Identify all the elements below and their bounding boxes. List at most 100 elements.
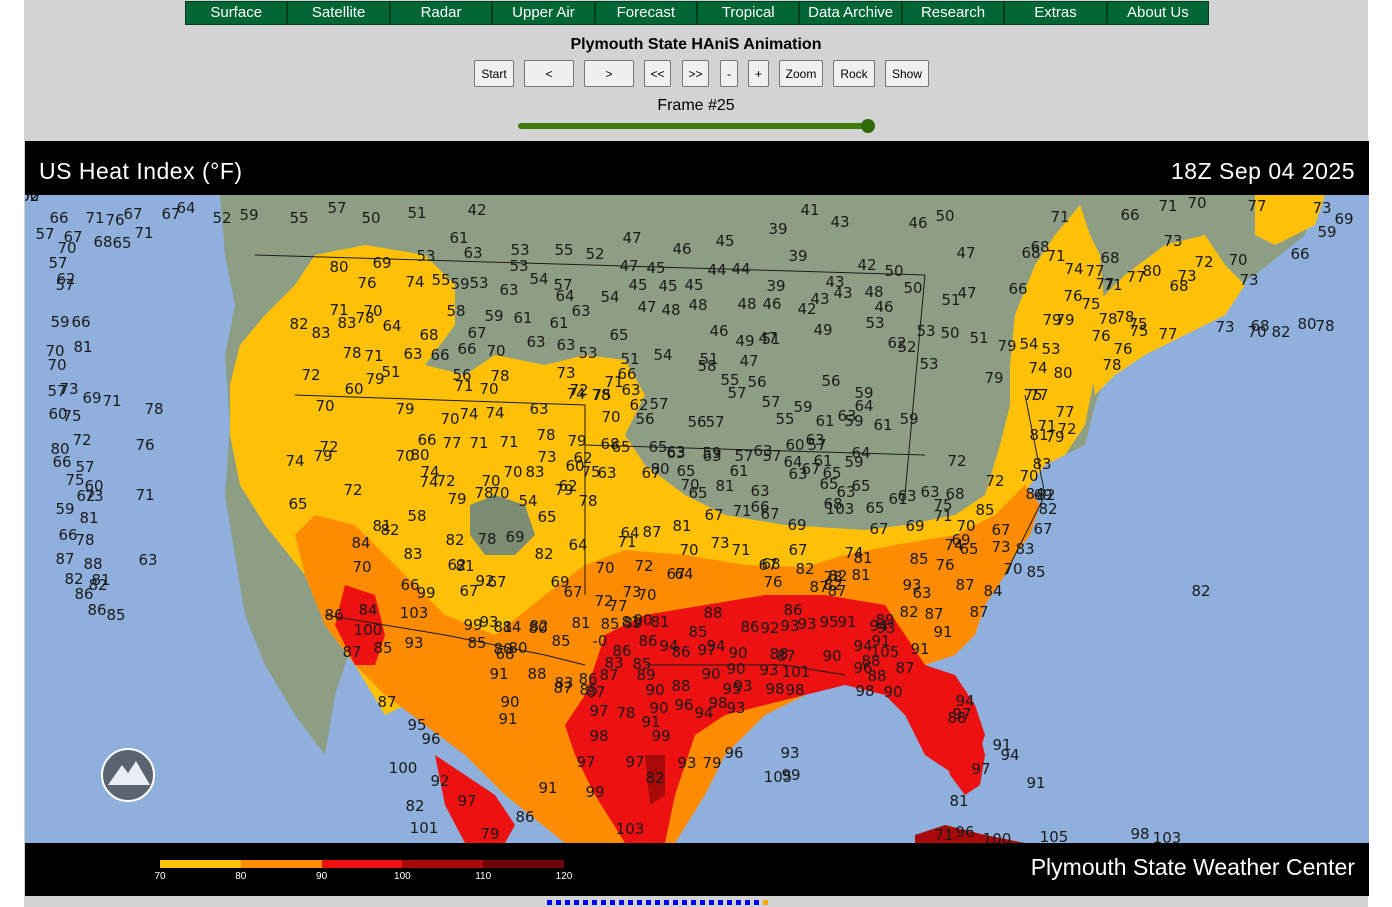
frame-dot[interactable] bbox=[763, 900, 768, 905]
heat-index-value: 92 bbox=[430, 772, 449, 790]
rock-button[interactable]: Rock bbox=[833, 60, 875, 87]
frame-dot[interactable] bbox=[601, 900, 606, 905]
heat-index-value: 66 bbox=[457, 340, 476, 358]
heat-index-value: 58 bbox=[446, 302, 465, 320]
heat-index-value: 63 bbox=[805, 431, 824, 449]
heat-index-value: 71 bbox=[1037, 417, 1056, 435]
nav-upper-air[interactable]: Upper Air bbox=[493, 2, 596, 24]
frame-dot[interactable] bbox=[547, 900, 552, 905]
frame-dot[interactable] bbox=[664, 900, 669, 905]
frame-dot[interactable] bbox=[556, 900, 561, 905]
heat-index-value: 59 bbox=[239, 206, 258, 224]
legend-tick-110: 110 bbox=[475, 871, 492, 882]
frame-dot[interactable] bbox=[691, 900, 696, 905]
heat-index-value: 76 bbox=[763, 573, 782, 591]
heat-index-map-panel: US Heat Index (°F) 18Z Sep 04 2025 66 71… bbox=[25, 141, 1369, 896]
frame-slider[interactable] bbox=[518, 119, 876, 133]
frame-dot[interactable] bbox=[745, 900, 750, 905]
step-back-button[interactable]: < bbox=[524, 60, 574, 87]
heat-index-value: 46 bbox=[672, 240, 691, 258]
heat-index-value: 65 bbox=[609, 326, 628, 344]
heat-index-value: 95 bbox=[819, 613, 838, 631]
frame-dot[interactable] bbox=[718, 900, 723, 905]
heat-index-value: 56 bbox=[687, 413, 706, 431]
frame-dot[interactable] bbox=[619, 900, 624, 905]
frame-indicator bbox=[547, 900, 768, 906]
zoom-in-button[interactable]: + bbox=[748, 60, 769, 87]
frame-dot[interactable] bbox=[727, 900, 732, 905]
frame-dot[interactable] bbox=[700, 900, 705, 905]
heat-index-value: 102 bbox=[25, 195, 39, 205]
heat-index-value: 47 bbox=[739, 352, 758, 370]
zoom-button[interactable]: Zoom bbox=[779, 60, 823, 87]
faster-button[interactable]: >> bbox=[682, 60, 709, 87]
page: Surface Satellite Radar Upper Air Foreca… bbox=[0, 0, 1392, 907]
step-forward-button[interactable]: > bbox=[584, 60, 634, 87]
heat-index-value: 81 bbox=[73, 338, 92, 356]
frame-dot[interactable] bbox=[754, 900, 759, 905]
frame-dot[interactable] bbox=[736, 900, 741, 905]
heat-index-value: 63 bbox=[499, 281, 518, 299]
legend-70-80 bbox=[160, 860, 241, 868]
frame-dot[interactable] bbox=[637, 900, 642, 905]
frame-dot[interactable] bbox=[592, 900, 597, 905]
heat-index-value: 53 bbox=[919, 355, 938, 373]
heat-index-value: 91 bbox=[1026, 774, 1045, 792]
heat-index-value: 53 bbox=[578, 344, 597, 362]
nav-forecast[interactable]: Forecast bbox=[596, 2, 699, 24]
heat-index-value: 61 bbox=[873, 416, 892, 434]
frame-dot[interactable] bbox=[655, 900, 660, 905]
heat-index-value: 44 bbox=[707, 261, 726, 279]
heat-index-value: 70 bbox=[47, 356, 66, 374]
nav-radar[interactable]: Radar bbox=[391, 2, 494, 24]
heat-index-value: 71 bbox=[134, 224, 153, 242]
heat-index-value: 72 bbox=[947, 452, 966, 470]
heat-index-value: 53 bbox=[1041, 340, 1060, 358]
heat-index-value: 70 bbox=[352, 558, 371, 576]
heat-index-value: 84 bbox=[983, 582, 1002, 600]
frame-dot[interactable] bbox=[565, 900, 570, 905]
legend-tick-70: 70 bbox=[154, 871, 166, 882]
nav-research[interactable]: Research bbox=[903, 2, 1006, 24]
heat-index-value: 60 bbox=[344, 380, 363, 398]
frame-dot[interactable] bbox=[646, 900, 651, 905]
heat-index-value: 39 bbox=[768, 220, 787, 238]
nav-surface[interactable]: Surface bbox=[186, 2, 289, 24]
heat-index-value: 56 bbox=[747, 373, 766, 391]
slower-button[interactable]: << bbox=[644, 60, 671, 87]
nav-data-archive[interactable]: Data Archive bbox=[800, 2, 903, 24]
heat-index-value: 97 bbox=[589, 702, 608, 720]
nav-tropical[interactable]: Tropical bbox=[698, 2, 801, 24]
nav-extras[interactable]: Extras bbox=[1005, 2, 1108, 24]
legend-tick-90: 90 bbox=[316, 871, 328, 882]
heat-index-value: 83 bbox=[311, 324, 330, 342]
frame-dot[interactable] bbox=[574, 900, 579, 905]
nav-about-us[interactable]: About Us bbox=[1108, 2, 1208, 24]
heat-index-value: 54 bbox=[518, 492, 537, 510]
zoom-out-button[interactable]: - bbox=[720, 60, 738, 87]
map-valid-time: 18Z Sep 04 2025 bbox=[1171, 158, 1355, 184]
start-button[interactable]: Start bbox=[474, 60, 514, 87]
frame-dot[interactable] bbox=[610, 900, 615, 905]
heat-index-value: 71 bbox=[933, 507, 952, 525]
show-button[interactable]: Show bbox=[885, 60, 929, 87]
frame-dot[interactable] bbox=[682, 900, 687, 905]
heat-index-value: 79 bbox=[395, 400, 414, 418]
frame-dot[interactable] bbox=[583, 900, 588, 905]
heat-index-value: 51 bbox=[761, 330, 780, 348]
heat-index-value: 98 bbox=[785, 681, 804, 699]
heat-index-value: 65 bbox=[648, 438, 667, 456]
nav-satellite[interactable]: Satellite bbox=[288, 2, 391, 24]
frame-dot[interactable] bbox=[709, 900, 714, 905]
legend-80-90 bbox=[240, 860, 322, 868]
slider-thumb[interactable] bbox=[861, 119, 875, 133]
heat-index-value: 46 bbox=[908, 214, 927, 232]
heat-index-value: 86 bbox=[740, 618, 759, 636]
heat-index-value: 61 bbox=[513, 309, 532, 327]
heat-index-value: 70 bbox=[57, 239, 76, 257]
heat-index-value: 87 bbox=[553, 679, 572, 697]
heat-index-value: 103 bbox=[1153, 829, 1182, 843]
frame-dot[interactable] bbox=[673, 900, 678, 905]
frame-dot[interactable] bbox=[628, 900, 633, 905]
heat-index-value: 80 bbox=[329, 258, 348, 276]
